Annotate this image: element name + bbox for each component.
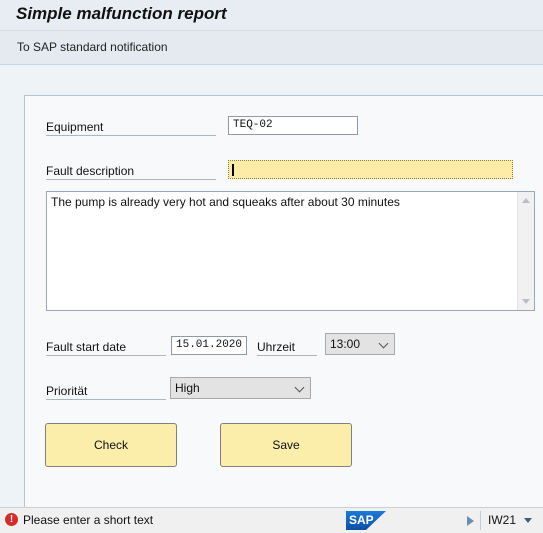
- sap-logo: SAP: [346, 511, 386, 530]
- standard-notification-link[interactable]: To SAP standard notification: [17, 40, 168, 54]
- priority-select-value: High: [175, 381, 200, 395]
- fault-start-date-label: Fault start date: [46, 339, 166, 356]
- caret-down-icon[interactable]: [524, 518, 532, 523]
- error-icon: !: [5, 513, 18, 526]
- scroll-down-icon[interactable]: [522, 299, 530, 304]
- status-divider: [480, 511, 481, 530]
- transaction-code[interactable]: IW21: [488, 513, 516, 527]
- status-bar: ! Please enter a short text SAP IW21: [0, 507, 543, 533]
- chevron-down-icon: [378, 338, 389, 349]
- page-title: Simple malfunction report: [16, 4, 227, 23]
- long-text-area[interactable]: The pump is already very hot and squeaks…: [46, 191, 535, 311]
- text-cursor: [232, 164, 234, 176]
- check-button[interactable]: Check: [45, 423, 177, 467]
- fault-description-input[interactable]: [228, 160, 513, 179]
- equipment-label: Equipment: [46, 119, 216, 136]
- priority-label: Priorität: [46, 383, 166, 400]
- chevron-down-icon: [294, 382, 305, 393]
- time-select-value: 13:00: [330, 337, 361, 351]
- save-button[interactable]: Save: [220, 423, 352, 467]
- time-select[interactable]: 13:00: [325, 333, 395, 355]
- fault-description-label: Fault description: [46, 163, 216, 180]
- time-label: Uhrzeit: [257, 339, 317, 356]
- long-text-content: The pump is already very hot and squeaks…: [51, 195, 400, 209]
- application-toolbar: To SAP standard notification: [0, 31, 543, 65]
- title-bar: Simple malfunction report: [0, 0, 543, 31]
- equipment-input[interactable]: TEQ-02: [228, 116, 358, 135]
- fault-start-date-input[interactable]: 15.01.2020: [171, 336, 247, 355]
- long-text-scrollbar[interactable]: [517, 192, 534, 310]
- priority-select[interactable]: High: [170, 377, 311, 399]
- status-message[interactable]: Please enter a short text: [23, 513, 153, 527]
- play-icon[interactable]: [467, 516, 474, 526]
- scroll-up-icon[interactable]: [522, 198, 530, 203]
